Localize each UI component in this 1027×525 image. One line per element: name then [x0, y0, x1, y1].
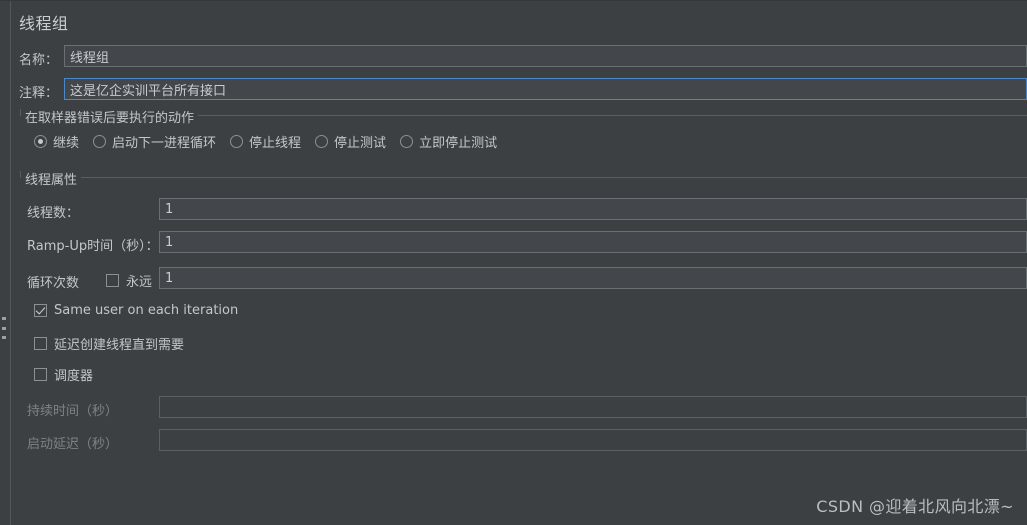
loop-forever-checkbox[interactable]: 永远	[106, 271, 152, 290]
num-threads-input[interactable]	[159, 198, 1027, 220]
duration-input[interactable]	[159, 396, 1027, 418]
loop-forever-label: 永远	[126, 275, 153, 290]
radio-indicator-icon	[230, 135, 244, 148]
name-label: 名称：	[19, 53, 59, 68]
loop-count-label: 循环次数	[27, 276, 80, 291]
scheduler-label: 调度器	[54, 369, 94, 384]
delay-thread-creation-checkbox[interactable]: 延迟创建线程直到需要	[34, 334, 184, 353]
radio-indicator-icon	[93, 135, 107, 148]
loop-count-input[interactable]	[159, 267, 1027, 289]
delay-thread-creation-label: 延迟创建线程直到需要	[54, 338, 185, 353]
splitter-handle-icon[interactable]	[2, 317, 6, 339]
thread-properties-legend: 线程属性	[21, 169, 82, 188]
radio-start-next-loop[interactable]: 启动下一进程循环	[93, 132, 216, 151]
checkbox-indicator-icon	[106, 274, 119, 287]
radio-indicator-icon	[400, 135, 414, 148]
page-title: 线程组	[19, 14, 69, 33]
radio-stop-test-now[interactable]: 立即停止测试	[400, 132, 497, 151]
checkbox-indicator-icon	[34, 337, 47, 350]
comment-input[interactable]	[64, 78, 1027, 100]
radio-stop-thread[interactable]: 停止线程	[230, 132, 301, 151]
duration-label: 持续时间（秒）	[27, 404, 119, 419]
num-threads-label: 线程数：	[27, 206, 80, 221]
config-panel-body: 线程组 名称： 注释： 在取样器错误后要执行的动作 继续 启动下一进程循环 停止…	[12, 1, 1027, 525]
thread-properties-border-top	[21, 177, 1027, 178]
same-user-label: Same user on each iteration	[54, 303, 239, 318]
left-splitter-gutter[interactable]	[0, 1, 11, 525]
name-input[interactable]	[64, 45, 1027, 67]
scheduler-checkbox[interactable]: 调度器	[34, 365, 93, 384]
radio-stop-test-now-label: 立即停止测试	[419, 136, 498, 151]
startup-delay-input[interactable]	[159, 429, 1027, 451]
same-user-checkbox[interactable]: Same user on each iteration	[34, 303, 238, 318]
radio-continue[interactable]: 继续	[34, 132, 79, 151]
checkbox-indicator-icon	[34, 304, 47, 317]
startup-delay-label: 启动延迟（秒）	[27, 437, 119, 452]
radio-indicator-icon	[34, 135, 47, 148]
action-group-legend: 在取样器错误后要执行的动作	[21, 107, 199, 126]
ramp-up-input[interactable]	[159, 231, 1027, 253]
sampler-error-action-radiogroup[interactable]: 继续 启动下一进程循环 停止线程 停止测试 立即停止测试	[34, 132, 511, 151]
watermark-text: CSDN @迎着北风向北漂~	[816, 497, 1014, 516]
comment-label: 注释：	[19, 86, 59, 101]
radio-start-next-loop-label: 启动下一进程循环	[112, 136, 217, 151]
radio-stop-thread-label: 停止线程	[249, 136, 302, 151]
thread-group-config-panel: 线程组 名称： 注释： 在取样器错误后要执行的动作 继续 启动下一进程循环 停止…	[0, 0, 1027, 525]
ramp-up-label: Ramp-Up时间（秒）：	[27, 239, 159, 254]
radio-stop-test[interactable]: 停止测试	[315, 132, 386, 151]
radio-continue-label: 继续	[53, 136, 80, 151]
checkbox-indicator-icon	[34, 368, 47, 381]
radio-stop-test-label: 停止测试	[334, 136, 387, 151]
radio-indicator-icon	[315, 135, 329, 148]
